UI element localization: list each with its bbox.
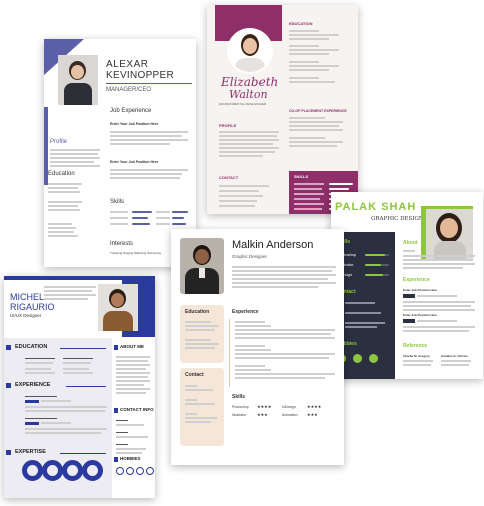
contact-title: CONTACT INFO [120,407,154,412]
about-title: About [403,240,418,246]
name-last: SHAH [381,201,417,213]
skill-2: InDesign [282,405,296,409]
contact-marker [114,408,118,413]
skill-1-stars: ★★★★ [257,404,272,409]
hobby-icon-2 [353,354,362,363]
skills-title: Skills [110,199,125,205]
profile-photo [426,209,473,259]
interests-title: Interests [110,241,134,247]
hobby-icon-3 [136,467,144,475]
exp-item-1: Enter Your Job Position Here [110,122,159,126]
hobby-icon-1 [116,467,124,475]
skill-3: Illustrator [232,413,247,417]
hobby-icon-2 [126,467,134,475]
hobby-icon-4 [146,467,154,475]
name-last: KEVINOPPER [106,70,175,81]
name-first: Elizabeth [221,75,279,89]
experience-marker [6,383,11,388]
hobbies-title: HOBBIES [120,456,141,461]
name-first: PALAK [335,201,378,213]
ref-name-2: Candice K. Christo [441,354,468,358]
role: Graphic Designer [232,254,268,259]
name-first: ALEXAR [106,59,149,70]
education-title: EDUCATION [289,21,313,26]
reference-title: Reference [403,343,428,349]
skills-title: Skills [232,394,246,400]
name-last: Walton [229,88,268,101]
education-title: EDUCATION [15,344,48,350]
profile-photo [227,28,273,74]
name-first: MICHEL [10,292,45,302]
about-title: ABOUT ME [120,344,144,349]
expertise-marker [6,450,11,455]
ref-name-1: Charlie M. Gregory [403,354,430,358]
exp-item-1: Enter Job Position Here [403,288,438,292]
name-last: RIGAURIO [10,302,55,312]
skill-4-stars: ★★★ [307,412,318,417]
skills-title: SKILLS [294,174,309,179]
expertise-ring-1 [22,460,43,481]
skill-1: Photoshop [232,405,249,409]
profile-photo [98,284,138,331]
name-first: Malkin [232,239,264,251]
hobbies-marker [114,457,118,462]
education-title: Education [185,309,210,315]
name: Malkin Anderson [232,240,313,251]
resume-card-elizabeth[interactable]: Elizabeth Walton ENVIRONMENTAL RESEARCHE… [207,5,358,214]
role: MANAGER/CEO [106,87,152,93]
expertise-title: EXPERTISE [15,449,46,455]
resume-card-michel[interactable]: MICHEL RIGAURIO UI/UX Designer EDUCATION… [4,276,155,498]
contact-title: Contact [185,372,204,378]
job-experience-title: Job Experience [110,108,152,114]
expertise-ring-3 [62,460,83,481]
skill-2-stars: ★★★★ [307,404,322,409]
resume-card-malkin[interactable]: Malkin Anderson Graphic Designer Educati… [171,229,344,465]
name-last: Anderson [266,239,314,251]
contact-panel [180,368,224,446]
skill-3-stars: ★★★ [257,412,268,417]
hobby-icon-3 [369,354,378,363]
role-underline [106,83,192,84]
exp-item-2: Enter Job Position Here [403,313,438,317]
expertise-ring-4 [82,460,103,481]
about-marker [114,345,118,350]
name: PALAK SHAH [335,202,416,213]
profile-title: Profile [50,139,68,145]
expertise-ring-2 [42,460,63,481]
exp-item-2: Enter Your Job Position Here [110,160,159,164]
education-title: Education [48,171,75,177]
profile-photo [58,55,98,105]
skill-4: Animation [282,413,298,417]
role: UI/UX Designer [10,313,42,318]
experience-title: Experience [232,309,259,315]
interests-text: Traveling Singing Watching Swimming [110,251,161,255]
education-marker [6,345,11,350]
subtitle: ENVIRONMENTAL RESEARCHER [219,102,267,106]
coop-title: CO-OP PLACEMENT EXPERIENCE [289,109,347,113]
profile-photo [180,238,224,294]
experience-title: EXPERIENCE [15,382,51,388]
profile-title: PROFILE [219,123,237,128]
experience-title: Experience [403,277,430,283]
resume-card-palak[interactable]: PALAK SHAH GRAPHIC DESIGNER Skills Photo… [331,192,483,379]
contact-title: CONTACT [219,175,239,180]
